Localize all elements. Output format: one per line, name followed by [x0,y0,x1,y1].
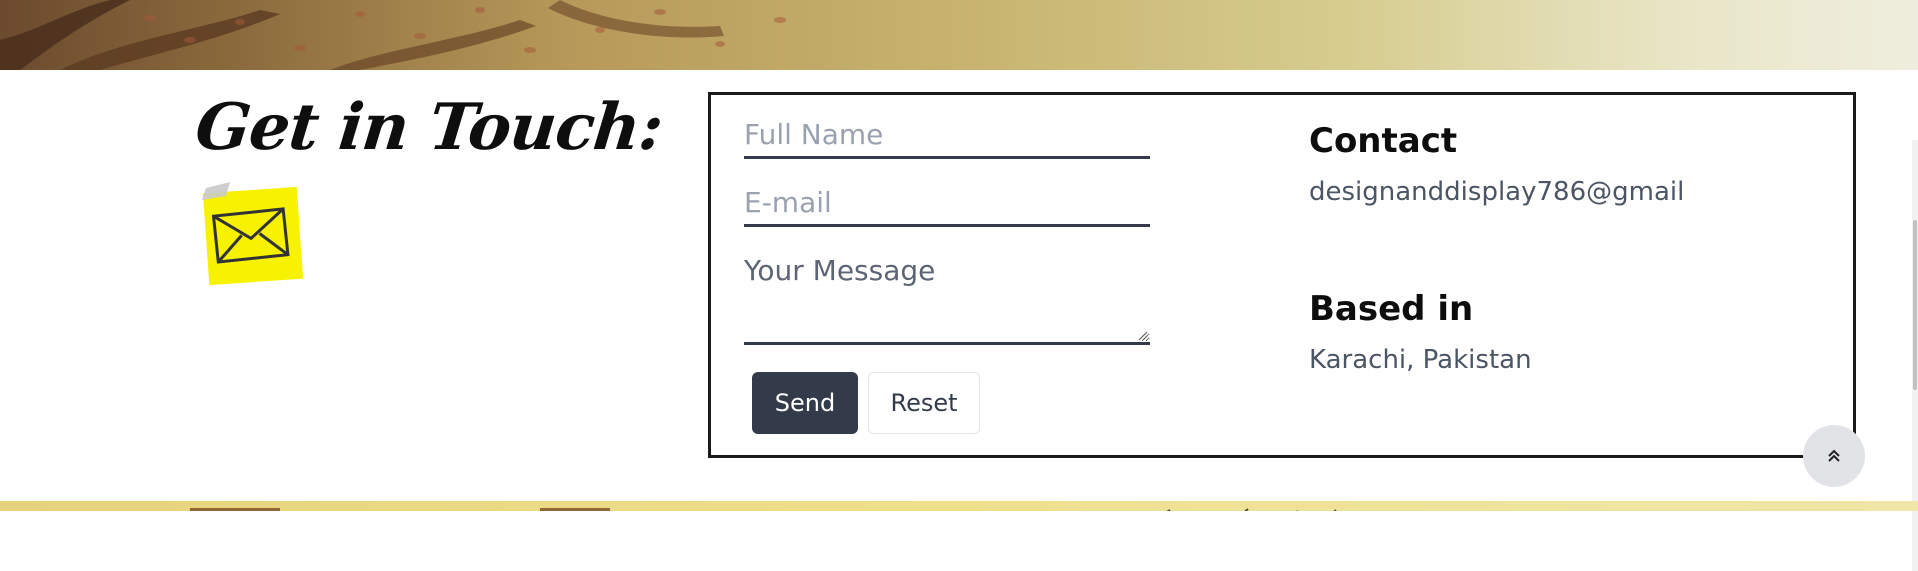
contact-email-text: designanddisplay786@gmail [1309,177,1685,207]
bottom-banner-image [0,501,1918,511]
reset-button[interactable]: Reset [868,372,980,434]
message-textarea[interactable] [744,253,1150,345]
contact-heading: Contact [1309,121,1458,161]
get-in-touch-section: Get in Touch: Send Reset Contact designa… [0,70,1918,571]
top-banner-image [0,0,1918,70]
envelope-sticky-note-icon [200,178,310,288]
section-title: Get in Touch: [192,90,666,165]
full-name-input[interactable] [744,117,1150,159]
contact-form-panel: Send Reset Contact designanddisplay786@g… [708,92,1856,458]
resize-grip-icon[interactable] [1138,331,1148,341]
based-in-heading: Based in [1309,289,1474,329]
send-button[interactable]: Send [752,372,858,434]
page-scrollbar-thumb[interactable] [1913,220,1917,390]
email-input[interactable] [744,185,1150,227]
scroll-to-top-button[interactable] [1803,425,1865,487]
location-text: Karachi, Pakistan [1309,345,1532,375]
double-chevron-up-icon [1828,449,1840,462]
